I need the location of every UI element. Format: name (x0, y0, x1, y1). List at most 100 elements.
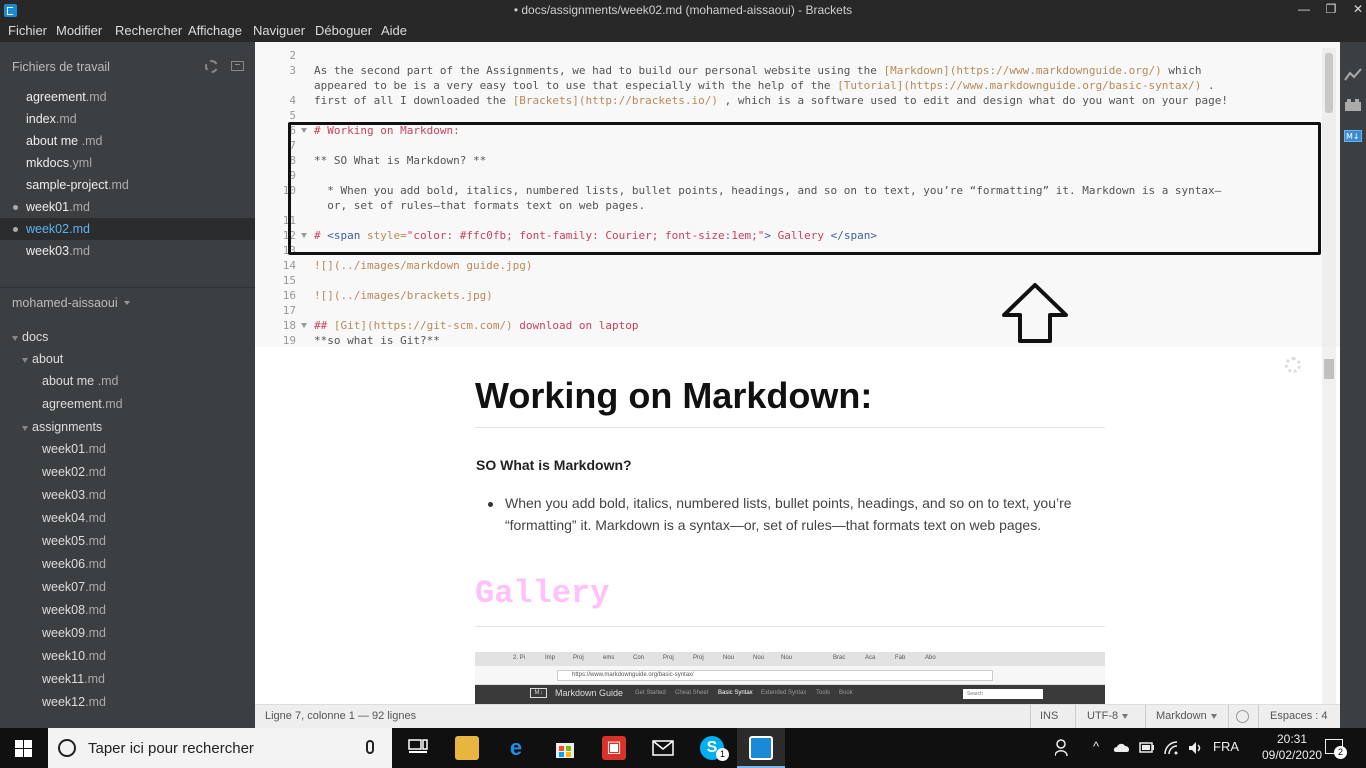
fold-arrow-icon[interactable] (301, 323, 307, 328)
tree-file[interactable]: week04.md (42, 507, 106, 529)
skype-button[interactable]: S1 (688, 728, 736, 768)
code-line: ## [Git](https://git-scm.com/) download … (314, 319, 639, 332)
linting-status-icon[interactable] (1236, 710, 1249, 723)
tree-file[interactable]: week10.md (42, 645, 106, 667)
tree-file[interactable]: week08.md (42, 599, 106, 621)
menu-affichage[interactable]: Affichage (188, 23, 242, 38)
input-language[interactable]: FRA (1213, 739, 1239, 754)
tree-file[interactable]: about me .md (42, 370, 118, 392)
gift-app-button[interactable]: ▣ (590, 728, 638, 768)
working-file-item[interactable]: index.md (0, 108, 255, 130)
chevron-up-icon[interactable]: ^ (1093, 739, 1099, 754)
file-name: week12 (42, 695, 86, 709)
project-name[interactable]: mohamed-aissaoui (12, 296, 118, 310)
people-icon[interactable] (1055, 739, 1071, 757)
working-file-item[interactable]: sample-project.md (0, 174, 255, 196)
tree-file[interactable]: week09.md (42, 622, 106, 644)
menu-aide[interactable]: Aide (381, 23, 407, 38)
gear-icon[interactable] (205, 60, 218, 73)
tree-folder-assignments[interactable]: assignments (32, 416, 102, 438)
file-ext: .md (81, 134, 103, 148)
tree-file[interactable]: week07.md (42, 576, 106, 598)
file-ext: .md (85, 488, 106, 502)
tree-file[interactable]: week05.md (42, 530, 106, 552)
indent-setting[interactable]: Espaces : 4 (1270, 710, 1328, 722)
working-file-item[interactable]: week01.md (0, 196, 255, 218)
wifi-icon[interactable] (1163, 740, 1179, 756)
tree-file[interactable]: week11.md (42, 668, 105, 690)
browser-tab: 2. Pi (513, 655, 526, 661)
code-link: [Brackets](http://brackets.io/) (512, 94, 718, 107)
menu-naviguer[interactable]: Naviguer (253, 23, 305, 38)
live-preview-icon[interactable] (1344, 68, 1362, 82)
site-nav-item: Extended Syntax (761, 690, 807, 696)
taskbar-search-box[interactable]: Taper ici pour rechercher (48, 728, 392, 768)
working-file-item-active[interactable]: week02.md (0, 218, 255, 240)
code-editor[interactable]: 2 3 4 5 6 7 8 9 10 11 12 13 14 15 16 17 … (255, 42, 1340, 347)
brackets-taskbar-button[interactable] (737, 728, 785, 768)
windows-taskbar: Taper ici pour rechercher e ▣ S1 ^ FRA 2… (0, 728, 1366, 768)
language-select[interactable]: Markdown (1156, 710, 1217, 722)
editor-scrollbar[interactable] (1322, 48, 1336, 347)
file-name: week05 (42, 534, 86, 548)
separator (1145, 705, 1146, 729)
maximize-button[interactable]: ❐ (1318, 0, 1344, 20)
file-name: mkdocs (26, 156, 70, 170)
file-ext: .md (55, 112, 77, 126)
scrollbar-thumb[interactable] (1324, 359, 1334, 379)
tree-file[interactable]: week12.md (42, 691, 106, 713)
split-view-icon[interactable] (231, 61, 244, 71)
extension-manager-icon[interactable] (1344, 98, 1362, 112)
edge-browser-button[interactable]: e (492, 728, 540, 768)
scrollbar-thumb[interactable] (1325, 53, 1333, 113)
chevron-down-icon[interactable] (12, 336, 18, 341)
tree-file[interactable]: week01.md (42, 438, 106, 460)
working-file-item[interactable]: week03.md (0, 240, 255, 262)
store-button[interactable] (541, 728, 589, 768)
separator (1075, 705, 1076, 729)
mail-button[interactable] (639, 728, 687, 768)
tree-folder-docs[interactable]: docs (22, 326, 48, 348)
tree-file[interactable]: week06.md (42, 553, 106, 575)
task-view-button[interactable] (394, 728, 442, 768)
title-bar: • docs/assignments/week02.md (mohamed-ai… (0, 0, 1366, 20)
notification-center-icon[interactable]: 2 (1325, 739, 1347, 759)
working-file-item[interactable]: agreement.md (0, 86, 255, 108)
line-number: 5 (289, 109, 296, 122)
tree-file[interactable]: agreement.md (42, 393, 123, 415)
menu-modifier[interactable]: Modifier (56, 23, 102, 38)
minimize-button[interactable]: — (1291, 0, 1317, 20)
store-icon (556, 743, 574, 758)
browser-tab: Nou (753, 655, 765, 661)
browser-tab: Imp (545, 655, 556, 661)
menu-fichier[interactable]: Fichier (8, 23, 47, 38)
line-number: 19 (282, 334, 296, 347)
close-button[interactable]: ✕ (1345, 0, 1366, 20)
chevron-down-icon[interactable] (124, 301, 130, 305)
volume-icon[interactable] (1187, 740, 1203, 756)
encoding-select[interactable]: UTF-8 (1087, 710, 1129, 722)
file-explorer-button[interactable] (443, 728, 491, 768)
tree-file[interactable]: week02.md (42, 461, 106, 483)
chevron-down-icon[interactable] (22, 426, 28, 431)
clock[interactable]: 20:31 09/02/2020 (1262, 731, 1322, 763)
insert-mode-toggle[interactable]: INS (1040, 710, 1058, 722)
preview-scrollbar[interactable] (1322, 347, 1336, 704)
code-text: . (1201, 79, 1215, 92)
windows-start-icon[interactable] (15, 740, 32, 757)
onedrive-icon[interactable] (1113, 742, 1131, 753)
markdown-preview-icon[interactable]: M↓ (1344, 130, 1362, 142)
menu-rechercher[interactable]: Rechercher (115, 23, 182, 38)
edge-icon: e (509, 735, 523, 760)
tree-file[interactable]: week03.md (42, 484, 106, 506)
working-file-item[interactable]: about me .md (0, 130, 255, 152)
file-name: week03 (42, 488, 86, 502)
menu-deboguer[interactable]: Déboguer (315, 23, 372, 38)
tree-folder-about[interactable]: about (32, 348, 63, 370)
microphone-icon[interactable] (366, 740, 374, 754)
battery-icon[interactable] (1139, 742, 1155, 753)
file-ext: .md (85, 580, 106, 594)
preview-settings-gear-icon[interactable] (1285, 357, 1301, 373)
working-file-item[interactable]: mkdocs.yml (0, 152, 255, 174)
chevron-down-icon[interactable] (22, 358, 28, 363)
